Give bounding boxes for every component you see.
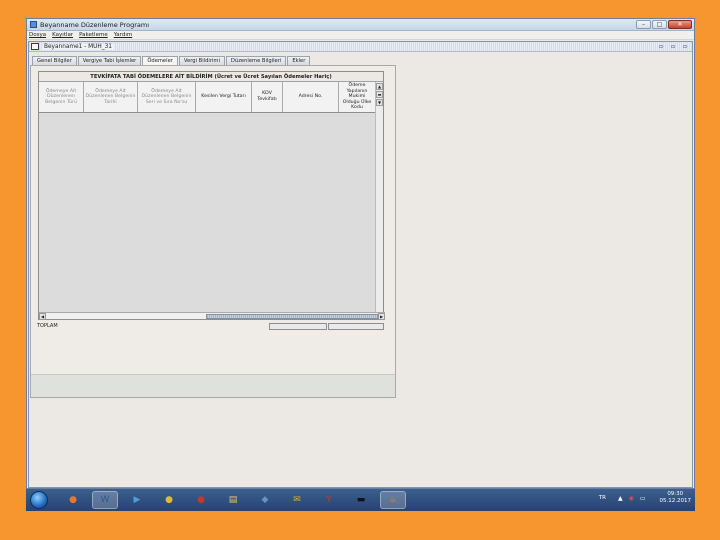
- grid-body[interactable]: [39, 113, 383, 312]
- window-title: Beyanname Düzenleme Programı: [40, 20, 149, 29]
- menu-bar: Dosya Kayıtlar Paketleme Yardım: [27, 31, 694, 40]
- tab-vergi-bildirimi[interactable]: Vergi Bildirimi: [178, 56, 225, 65]
- odemeler-panel: TEVKİFATA TABİ ÖDEMELERE AİT BİLDİRİM (Ü…: [30, 65, 396, 398]
- tab-genel-bilgiler[interactable]: Genel Bilgiler: [32, 56, 77, 65]
- scroll-row-icon[interactable]: ▬: [376, 91, 383, 98]
- payments-grid: TEVKİFATA TABİ ÖDEMELERE AİT BİLDİRİM (Ü…: [38, 71, 385, 320]
- firefox-icon[interactable]: ●: [60, 491, 86, 509]
- grid-title: TEVKİFATA TABİ ÖDEMELERE AİT BİLDİRİM (Ü…: [39, 72, 383, 82]
- scroll-up-icon[interactable]: ▲: [376, 83, 383, 90]
- tab-ekler[interactable]: Ekler: [287, 56, 311, 65]
- desktop-screen: Beyanname Düzenleme Programı – □ ✕ Dosya…: [26, 18, 695, 511]
- network-icon[interactable]: ▭: [640, 495, 646, 502]
- application-window: Beyanname Düzenleme Programı – □ ✕ Dosya…: [26, 18, 695, 489]
- column-header-adresi-no[interactable]: Adresi No.: [283, 82, 339, 112]
- doc-restore-button[interactable]: ▫: [657, 43, 665, 50]
- column-header-ulke-kodu[interactable]: Ödeme Yapılanın Mukimi Olduğu Ülke Kodu: [339, 82, 376, 112]
- doc-window-button[interactable]: ▫: [681, 43, 689, 50]
- column-header-belge-turu[interactable]: Ödemeye Ait Düzenlenen Belgenin Türü: [39, 82, 84, 112]
- scroll-track[interactable]: [46, 313, 378, 319]
- menu-dosya[interactable]: Dosya: [29, 32, 46, 38]
- panel-footer: [31, 374, 395, 397]
- start-button[interactable]: [30, 491, 48, 509]
- grid-header: Ödemeye Ait Düzenlenen Belgenin Türü Öde…: [39, 82, 383, 113]
- document-title: Beyanname1 - MUH_31: [42, 43, 114, 50]
- column-header-kesilen-vergi[interactable]: Kesilen Vergi Tutarı: [196, 82, 252, 112]
- media-player-icon[interactable]: ▶: [124, 491, 150, 509]
- total-field-2: [328, 323, 384, 330]
- scroll-left-icon[interactable]: ◀: [39, 312, 46, 320]
- window-controls: – □ ✕: [636, 20, 692, 29]
- java-icon[interactable]: ☕: [380, 491, 406, 509]
- horizontal-scrollbar[interactable]: ◀ ▶: [39, 312, 385, 320]
- mail-icon[interactable]: ✉: [284, 491, 310, 509]
- tray-expand-icon[interactable]: ▲: [618, 495, 623, 502]
- window-titlebar[interactable]: Beyanname Düzenleme Programı – □ ✕: [27, 19, 694, 31]
- volume-icon[interactable]: ◉: [629, 495, 634, 502]
- total-field-1: [269, 323, 327, 330]
- column-header-kdv-tevkifati[interactable]: KDV Tevkifatı: [252, 82, 283, 112]
- terminal-icon[interactable]: ▬: [348, 491, 374, 509]
- system-tray: TR ▲ ◉ ▭ 09:30 05.12.2017: [599, 491, 691, 505]
- app-icon[interactable]: ◆: [252, 491, 278, 509]
- clock-date: 05.12.2017: [659, 498, 692, 504]
- scroll-right-icon[interactable]: ▶: [378, 312, 385, 320]
- tab-odemeler[interactable]: Ödemeler: [142, 56, 178, 65]
- vertical-scrollbar[interactable]: ▲ ▬ ▼: [375, 82, 383, 312]
- taskbar-items: ● W ▶ ● ● ▤ ◆ ✉ Y ▬ ☕: [60, 491, 412, 509]
- tab-duzenleme-bilgileri[interactable]: Düzenleme Bilgileri: [225, 56, 287, 65]
- column-header-seri-sira-no[interactable]: Ödemeye Ait Düzenlenen Belgenin Seri ve …: [138, 82, 196, 112]
- folder-icon[interactable]: ▤: [220, 491, 246, 509]
- column-header-belge-tarihi[interactable]: Ödemeye Ait Düzenlenen Belgenin Tarihi: [84, 82, 138, 112]
- menu-paketleme[interactable]: Paketleme: [79, 32, 108, 38]
- word-icon[interactable]: W: [92, 491, 118, 509]
- scroll-down-icon[interactable]: ▼: [376, 99, 383, 106]
- menu-yardim[interactable]: Yardım: [114, 32, 133, 38]
- browser-icon[interactable]: ●: [188, 491, 214, 509]
- language-indicator[interactable]: TR: [599, 495, 606, 501]
- document-window: Beyanname1 - MUH_31 ▫ ▫ ▫ Genel Bilgiler…: [28, 41, 693, 488]
- yandex-icon[interactable]: Y: [316, 491, 342, 509]
- app-icon: [30, 21, 37, 28]
- total-label: TOPLAM: [37, 323, 58, 329]
- doc-tile-button[interactable]: ▫: [669, 43, 677, 50]
- close-button[interactable]: ✕: [668, 20, 692, 29]
- tab-bar: Genel Bilgiler Vergiye Tabi İşlemler Öde…: [32, 56, 311, 65]
- document-icon: [31, 43, 39, 50]
- menu-kayitlar[interactable]: Kayıtlar: [52, 32, 73, 38]
- taskbar: ● W ▶ ● ● ▤ ◆ ✉ Y ▬ ☕ TR ▲ ◉ ▭ 09:30 05.12.2017: [26, 489, 695, 511]
- clock-time: 09:30: [667, 491, 684, 497]
- document-controls: ▫ ▫ ▫: [657, 43, 689, 50]
- document-titlebar[interactable]: Beyanname1 - MUH_31 ▫ ▫ ▫: [29, 42, 692, 52]
- clock[interactable]: 09:30 05.12.2017: [660, 491, 692, 505]
- maximize-button[interactable]: □: [652, 20, 667, 29]
- scroll-thumb[interactable]: [206, 313, 378, 319]
- minimize-button[interactable]: –: [636, 20, 651, 29]
- tab-vergiye-tabi-islemler[interactable]: Vergiye Tabi İşlemler: [77, 56, 142, 65]
- chrome-icon[interactable]: ●: [156, 491, 182, 509]
